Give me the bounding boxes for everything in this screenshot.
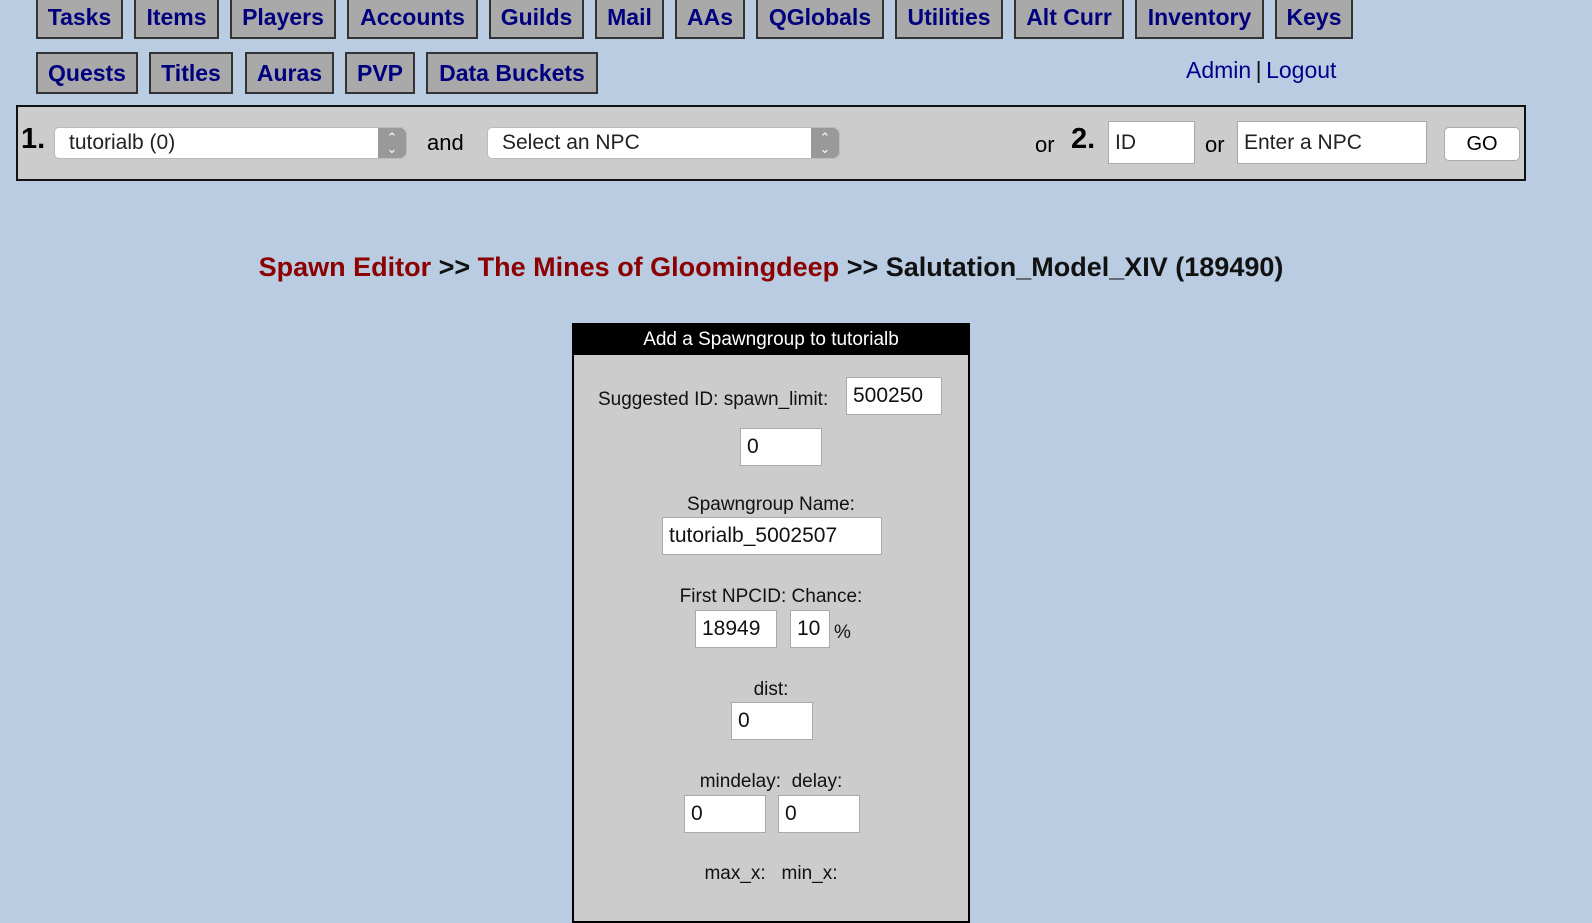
nav-utilities[interactable]: Utilities (895, 0, 1003, 39)
zone-select[interactable]: tutorialb (0) ⌃ ⌄ (54, 127, 407, 159)
nav-titles[interactable]: Titles (149, 52, 233, 94)
breadcrumb-sep: >> (839, 252, 886, 282)
nav-guilds[interactable]: Guilds (489, 0, 584, 39)
id-input[interactable]: ID (1108, 121, 1195, 164)
npc-select-value: Select an NPC (502, 131, 640, 154)
breadcrumb-npc: Salutation_Model_XIV (189490) (885, 252, 1284, 282)
max-min-x-label: max_x: min_x: (704, 863, 838, 884)
dist-input[interactable]: 0 (731, 702, 813, 740)
user-links: Admin | Logout (1186, 57, 1336, 84)
dist-label: dist: (753, 679, 789, 700)
npc-name-input[interactable]: Enter a NPC (1237, 121, 1427, 164)
npcid-chance-label: First NPCID: Chance: (679, 586, 863, 607)
or-label: or (1205, 132, 1225, 157)
nav-items[interactable]: Items (134, 0, 219, 39)
nav-auras[interactable]: Auras (245, 52, 334, 94)
step1-label: 1. (21, 123, 46, 155)
nav-players[interactable]: Players (230, 0, 336, 39)
nav-mail[interactable]: Mail (595, 0, 664, 39)
suggested-id-input[interactable]: 500250 (846, 377, 942, 415)
go-button[interactable]: GO (1444, 127, 1520, 161)
breadcrumb: Spawn Editor >> The Mines of Gloomingdee… (0, 252, 1542, 283)
suggested-id-label: Suggested ID: spawn_limit: (598, 389, 829, 410)
nav-inventory[interactable]: Inventory (1135, 0, 1264, 39)
nav-data-buckets[interactable]: Data Buckets (426, 52, 598, 94)
search-bar: 1. tutorialb (0) ⌃ ⌄ and Select an NPC ⌃ ⌄ o… (16, 105, 1526, 181)
breadcrumb-sep: >> (431, 252, 478, 282)
spawn-limit-input[interactable]: 0 (740, 428, 822, 466)
select-arrows-icon: ⌃ ⌄ (811, 128, 839, 158)
chance-input[interactable]: 10 (790, 610, 830, 648)
select-arrows-icon: ⌃ ⌄ (378, 128, 406, 158)
nav-quests[interactable]: Quests (36, 52, 138, 94)
nav-accounts[interactable]: Accounts (347, 0, 478, 39)
step2-label: 2. (1071, 123, 1096, 155)
nav-tasks[interactable]: Tasks (36, 0, 123, 39)
breadcrumb-spawn-editor[interactable]: Spawn Editor (259, 252, 432, 282)
delay-label: mindelay: delay: (699, 771, 843, 792)
panel-title: Add a Spawngroup to tutorialb (574, 325, 968, 355)
separator: | (1255, 57, 1262, 83)
npcid-input[interactable]: 18949 (695, 610, 777, 648)
percent-label: % (834, 622, 851, 643)
zone-select-value: tutorialb (0) (69, 131, 176, 154)
spawngroup-name-input[interactable]: tutorialb_5002507 (662, 517, 882, 555)
nav-pvp[interactable]: PVP (345, 52, 415, 94)
breadcrumb-zone[interactable]: The Mines of Gloomingdeep (478, 252, 840, 282)
add-spawngroup-panel: Add a Spawngroup to tutorialb Suggested … (572, 323, 970, 923)
spawngroup-name-label: Spawngroup Name: (687, 494, 855, 515)
and-label: and (427, 130, 464, 155)
nav-qglobals[interactable]: QGlobals (756, 0, 884, 39)
nav-keys[interactable]: Keys (1275, 0, 1353, 39)
mindelay-input[interactable]: 0 (684, 795, 766, 833)
delay-input[interactable]: 0 (778, 795, 860, 833)
npc-select[interactable]: Select an NPC ⌃ ⌄ (487, 127, 840, 159)
nav-alt-curr[interactable]: Alt Curr (1014, 0, 1124, 39)
logout-link[interactable]: Logout (1266, 57, 1336, 83)
admin-link[interactable]: Admin (1186, 57, 1251, 83)
nav-aas[interactable]: AAs (675, 0, 745, 39)
or-label: or (1035, 132, 1055, 157)
